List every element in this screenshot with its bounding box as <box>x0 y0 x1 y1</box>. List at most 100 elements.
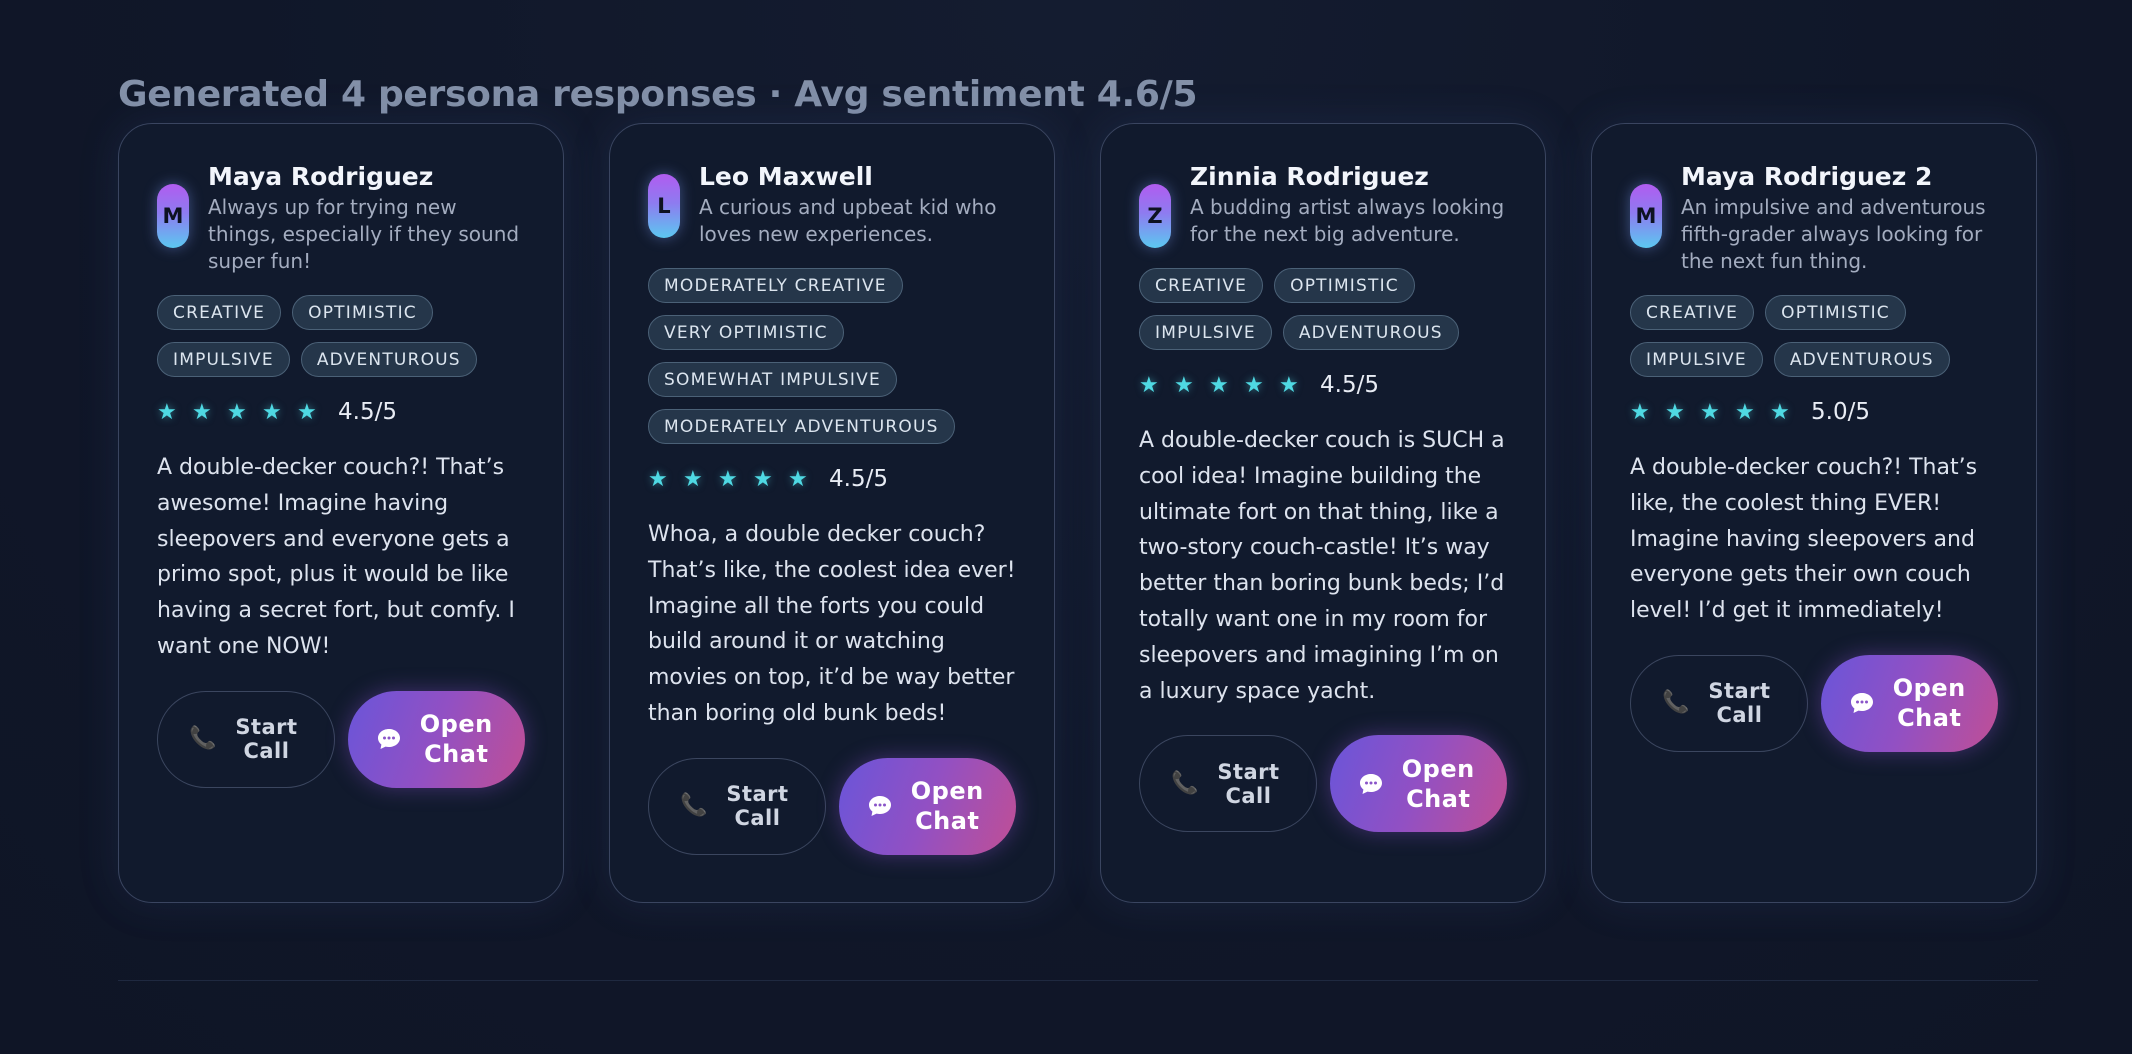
chat-bubble-icon <box>376 728 402 750</box>
star-icon: ★ <box>1209 372 1229 398</box>
star-icon: ★ <box>227 399 247 425</box>
persona-actions: 📞 Start Call Open Chat <box>1630 654 1998 752</box>
persona-card: M Maya Rodriguez 2 An impulsive and adve… <box>1591 123 2037 903</box>
persona-bio: Always up for trying new things, especia… <box>208 195 520 273</box>
persona-card: L Leo Maxwell A curious and upbeat kid w… <box>609 123 1055 903</box>
persona-identity: Maya Rodriguez 2 An impulsive and advent… <box>1681 162 1998 275</box>
persona-header: Z Zinnia Rodriguez A budding artist alwa… <box>1139 162 1507 248</box>
persona-name: Zinnia Rodriguez <box>1190 162 1429 191</box>
trait-tags: MODERATELY CREATIVE VERY OPTIMISTIC SOME… <box>648 268 1016 444</box>
start-call-label: Start Call <box>235 715 298 764</box>
star-icon: ★ <box>1139 372 1159 398</box>
trait-tags: CREATIVE OPTIMISTIC IMPULSIVE ADVENTUROU… <box>1630 295 1998 377</box>
persona-bio: A budding artist always looking for the … <box>1190 195 1505 246</box>
persona-header: L Leo Maxwell A curious and upbeat kid w… <box>648 162 1016 248</box>
sentiment-score: 4.5/5 <box>338 399 397 425</box>
sentiment-rating: ★ ★ ★ ★ ★ 4.5/5 <box>157 398 525 426</box>
trait-tags: CREATIVE OPTIMISTIC IMPULSIVE ADVENTUROU… <box>1139 268 1507 350</box>
persona-identity: Maya Rodriguez Always up for trying new … <box>208 162 525 275</box>
trait-tag: OPTIMISTIC <box>1765 295 1906 330</box>
results-summary: Generated 4 persona responses · Avg sent… <box>118 74 1198 115</box>
chat-bubble-icon <box>867 795 893 817</box>
avatar: L <box>648 174 680 238</box>
open-chat-button[interactable]: Open Chat <box>838 757 1016 855</box>
open-chat-label: Open Chat <box>910 777 984 836</box>
sentiment-score: 4.5/5 <box>829 466 888 492</box>
open-chat-button[interactable]: Open Chat <box>1329 735 1507 833</box>
open-chat-button[interactable]: Open Chat <box>347 690 525 788</box>
persona-actions: 📞 Start Call Open Chat <box>1139 735 1507 833</box>
avatar: M <box>1630 184 1662 248</box>
persona-response: A double-decker couch is SUCH a cool ide… <box>1139 428 1505 704</box>
star-icon: ★ <box>648 466 668 492</box>
star-icon: ★ <box>157 399 177 425</box>
trait-tag: CREATIVE <box>157 295 282 330</box>
persona-name: Maya Rodriguez <box>208 162 434 191</box>
open-chat-label: Open Chat <box>1401 754 1475 813</box>
sentiment-rating: ★ ★ ★ ★ ★ 5.0/5 <box>1630 398 1998 426</box>
persona-identity: Zinnia Rodriguez A budding artist always… <box>1190 162 1507 248</box>
persona-results-page: Generated 4 persona responses · Avg sent… <box>0 0 2132 1054</box>
avatar: Z <box>1139 184 1171 248</box>
chat-bubble-icon <box>1358 773 1384 795</box>
trait-tag: OPTIMISTIC <box>1274 268 1415 303</box>
star-icon: ★ <box>1279 372 1299 398</box>
open-chat-button[interactable]: Open Chat <box>1820 654 1998 752</box>
section-divider <box>118 980 2038 981</box>
trait-tag: VERY OPTIMISTIC <box>648 315 844 350</box>
star-icon: ★ <box>1700 399 1720 425</box>
sentiment-rating: ★ ★ ★ ★ ★ 4.5/5 <box>648 465 1016 493</box>
phone-icon: 📞 <box>680 793 708 819</box>
start-call-label: Start Call <box>726 782 789 831</box>
star-icon: ★ <box>1174 372 1194 398</box>
persona-response: A double-decker couch?! That’s like, the… <box>1630 455 1978 624</box>
start-call-button[interactable]: 📞 Start Call <box>157 690 335 788</box>
trait-tag: IMPULSIVE <box>1139 315 1272 350</box>
persona-response: A double-decker couch?! That’s awesome! … <box>157 455 515 659</box>
persona-card-list: M Maya Rodriguez Always up for trying ne… <box>118 123 2038 903</box>
trait-tag: CREATIVE <box>1630 295 1755 330</box>
persona-header: M Maya Rodriguez 2 An impulsive and adve… <box>1630 162 1998 275</box>
open-chat-label: Open Chat <box>419 710 493 769</box>
persona-actions: 📞 Start Call Open Chat <box>648 757 1016 855</box>
trait-tag: MODERATELY ADVENTUROUS <box>648 409 955 444</box>
persona-response: Whoa, a double decker couch? That’s like… <box>648 522 1016 726</box>
trait-tag: ADVENTUROUS <box>300 342 477 377</box>
trait-tag: ADVENTUROUS <box>1773 342 1950 377</box>
chat-bubble-icon <box>1849 692 1875 714</box>
open-chat-label: Open Chat <box>1892 674 1966 733</box>
persona-name: Maya Rodriguez 2 <box>1681 162 1933 191</box>
star-icon: ★ <box>297 399 317 425</box>
star-icon: ★ <box>1665 399 1685 425</box>
sentiment-rating: ★ ★ ★ ★ ★ 4.5/5 <box>1139 371 1507 399</box>
start-call-button[interactable]: 📞 Start Call <box>1630 654 1808 752</box>
trait-tag: MODERATELY CREATIVE <box>648 268 903 303</box>
trait-tag: ADVENTUROUS <box>1282 315 1459 350</box>
persona-card: Z Zinnia Rodriguez A budding artist alwa… <box>1100 123 1546 903</box>
phone-icon: 📞 <box>1662 690 1690 716</box>
star-icon: ★ <box>1770 399 1790 425</box>
persona-actions: 📞 Start Call Open Chat <box>157 690 525 788</box>
sentiment-score: 4.5/5 <box>1320 372 1379 398</box>
star-icon: ★ <box>683 466 703 492</box>
star-icon: ★ <box>1735 399 1755 425</box>
phone-icon: 📞 <box>1171 770 1199 796</box>
trait-tags: CREATIVE OPTIMISTIC IMPULSIVE ADVENTUROU… <box>157 295 525 377</box>
trait-tag: IMPULSIVE <box>157 342 290 377</box>
persona-bio: An impulsive and adventurous fifth-grade… <box>1681 195 1986 273</box>
trait-tag: SOMEWHAT IMPULSIVE <box>648 362 897 397</box>
persona-name: Leo Maxwell <box>699 162 873 191</box>
star-icon: ★ <box>1630 399 1650 425</box>
avatar: M <box>157 184 189 248</box>
start-call-label: Start Call <box>1217 759 1280 808</box>
persona-header: M Maya Rodriguez Always up for trying ne… <box>157 162 525 275</box>
persona-identity: Leo Maxwell A curious and upbeat kid who… <box>699 162 1016 248</box>
start-call-button[interactable]: 📞 Start Call <box>648 757 826 855</box>
persona-card: M Maya Rodriguez Always up for trying ne… <box>118 123 564 903</box>
star-icon: ★ <box>192 399 212 425</box>
start-call-button[interactable]: 📞 Start Call <box>1139 735 1317 833</box>
phone-icon: 📞 <box>189 726 217 752</box>
star-icon: ★ <box>718 466 738 492</box>
star-icon: ★ <box>1244 372 1264 398</box>
star-icon: ★ <box>753 466 773 492</box>
